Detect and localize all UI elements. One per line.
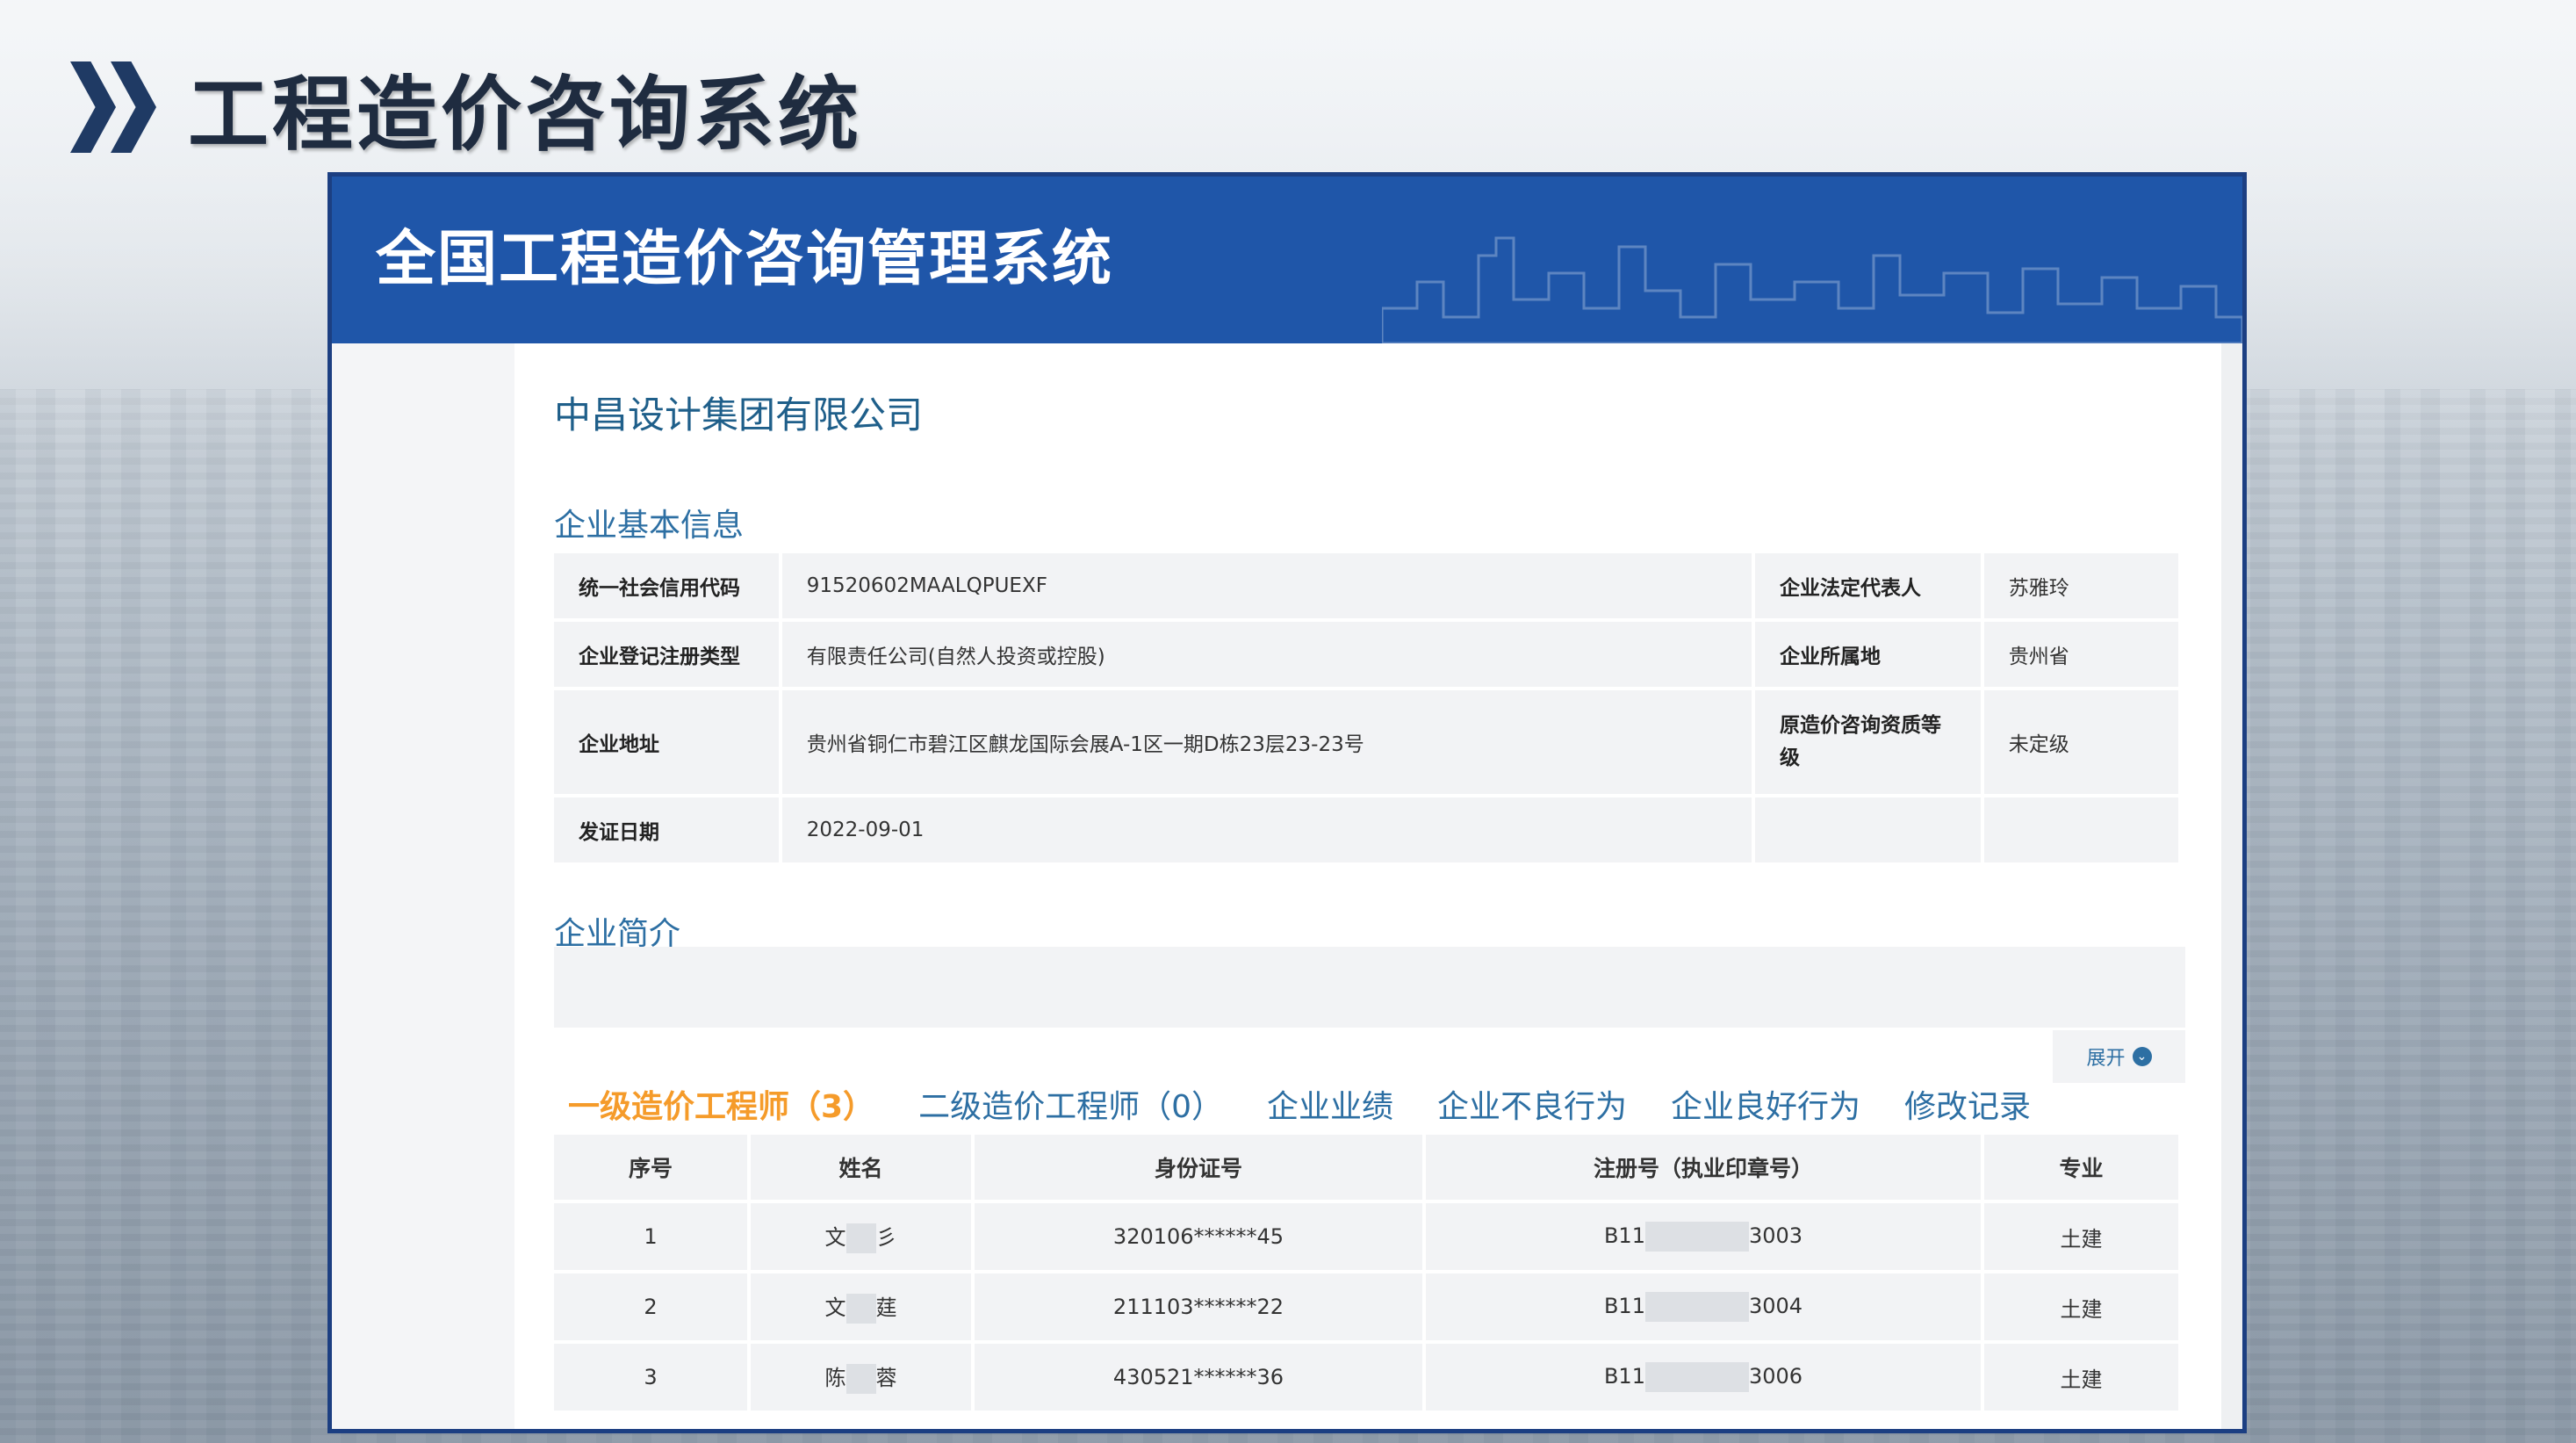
region-value: 贵州省 [1983,622,2178,687]
col-header-major: 专业 [1984,1135,2178,1200]
system-header: 全国工程造价咨询管理系统 [332,177,2242,343]
cell-id: 211103******22 [975,1273,1422,1340]
tab-good-behavior[interactable]: 企业良好行为 [1671,1081,1860,1127]
system-title: 全国工程造价咨询管理系统 [376,225,1114,294]
legal-rep-value: 苏雅玲 [1983,553,2178,618]
qualification-value: 未定级 [1983,690,2178,794]
col-header-reg-no: 注册号（执业印章号） [1426,1135,1981,1200]
reg-suffix: 3003 [1748,1223,1803,1248]
cell-no: 1 [554,1203,747,1270]
cell-name: 文莛 [751,1273,971,1340]
cell-reg-no: B11 3006 [1426,1344,1981,1411]
name-last: 蓉 [875,1366,897,1390]
credit-code-value: 91520602MAALQPUEXF [781,553,1752,618]
name-first: 陈 [824,1366,846,1390]
cell-name: 陈蓉 [751,1344,971,1411]
basic-info-table: 统一社会信用代码 91520602MAALQPUEXF 企业法定代表人 苏雅玲 … [550,550,2182,866]
reg-type-value: 有限责任公司(自然人投资或控股) [781,622,1752,687]
cell-major: 土建 [1984,1344,2178,1411]
left-margin [332,343,514,1429]
slide-title: 工程造价咨询系统 [188,67,863,162]
table-header-row: 序号 姓名 身份证号 注册号（执业印章号） 专业 [554,1135,2178,1200]
privacy-mask [1644,1292,1749,1322]
double-chevron-icon [70,61,158,153]
privacy-mask [845,1223,876,1253]
tab-performance[interactable]: 企业业绩 [1267,1081,1393,1127]
slide-heading: 工程造价咨询系统 [70,54,862,162]
col-header-id: 身份证号 [975,1135,1422,1200]
chevron-down-icon: ⌄ [2132,1047,2152,1066]
cell-no: 2 [554,1273,747,1340]
cell-name: 文彡 [751,1203,971,1270]
issue-date-label: 发证日期 [554,797,779,862]
tab-change-log[interactable]: 修改记录 [1904,1081,2031,1127]
tab-level1-engineers[interactable]: 一级造价工程师（3） [568,1081,874,1127]
reg-prefix: B11 [1603,1364,1645,1389]
table-row[interactable]: 1 文彡 320106******45 B11 3003 土建 [554,1203,2178,1270]
reg-prefix: B11 [1603,1223,1645,1248]
empty-cell [1755,797,1981,862]
right-scrollbar[interactable] [2221,343,2242,1429]
privacy-mask [1644,1222,1749,1252]
tab-bar: 一级造价工程师（3） 二级造价工程师（0） 企业业绩 企业不良行为 企业良好行为… [568,1081,2075,1127]
qualification-label: 原造价咨询资质等级 [1755,690,1981,794]
privacy-mask [845,1364,876,1394]
issue-date-value: 2022-09-01 [781,797,1752,862]
credit-code-label: 统一社会信用代码 [554,553,779,618]
table-row: 发证日期 2022-09-01 [554,797,2178,862]
address-value: 贵州省铜仁市碧江区麒龙国际会展A-1区一期D栋23层23-23号 [781,690,1752,794]
name-last: 莛 [875,1295,897,1320]
name-first: 文 [824,1295,846,1320]
reg-suffix: 3004 [1748,1294,1803,1318]
browser-window: 全国工程造价咨询管理系统 中昌设计集团有限公司 企业基本信息 统一社会信用代码 … [327,172,2247,1433]
cell-id: 430521******36 [975,1344,1422,1411]
reg-suffix: 3006 [1748,1364,1803,1389]
skyline-decoration [1382,236,2242,343]
reg-prefix: B11 [1603,1294,1645,1318]
table-row: 企业地址 贵州省铜仁市碧江区麒龙国际会展A-1区一期D栋23层23-23号 原造… [554,690,2178,794]
table-row[interactable]: 3 陈蓉 430521******36 B11 3006 土建 [554,1344,2178,1411]
expand-label: 展开 [2086,1048,2126,1070]
cell-id: 320106******45 [975,1203,1422,1270]
cell-reg-no: B11 3003 [1426,1203,1981,1270]
tab-bad-behavior[interactable]: 企业不良行为 [1437,1081,1627,1127]
cell-major: 土建 [1984,1273,2178,1340]
table-row: 企业登记注册类型 有限责任公司(自然人投资或控股) 企业所属地 贵州省 [554,622,2178,687]
col-header-no: 序号 [554,1135,747,1200]
legal-rep-label: 企业法定代表人 [1755,553,1981,618]
name-first: 文 [824,1225,846,1250]
expand-button[interactable]: 展开 ⌄ [2053,1030,2185,1083]
col-header-name: 姓名 [751,1135,971,1200]
address-label: 企业地址 [554,690,779,794]
basic-info-title: 企业基本信息 [554,508,745,544]
cell-reg-no: B11 3004 [1426,1273,1981,1340]
cell-major: 土建 [1984,1203,2178,1270]
intro-content [554,947,2185,1028]
table-row[interactable]: 2 文莛 211103******22 B11 3004 土建 [554,1273,2178,1340]
name-last: 彡 [875,1225,897,1250]
cell-no: 3 [554,1344,747,1411]
privacy-mask [1644,1362,1749,1392]
region-label: 企业所属地 [1755,622,1981,687]
window-body: 中昌设计集团有限公司 企业基本信息 统一社会信用代码 91520602MAALQ… [332,343,2242,1429]
privacy-mask [845,1294,876,1324]
company-name: 中昌设计集团有限公司 [554,393,924,437]
empty-cell [1983,797,2178,862]
tab-level2-engineers[interactable]: 二级造价工程师（0） [918,1081,1223,1127]
table-row: 统一社会信用代码 91520602MAALQPUEXF 企业法定代表人 苏雅玲 [554,553,2178,618]
engineer-table: 序号 姓名 身份证号 注册号（执业印章号） 专业 1 文彡 320106****… [550,1131,2182,1414]
reg-type-label: 企业登记注册类型 [554,622,779,687]
